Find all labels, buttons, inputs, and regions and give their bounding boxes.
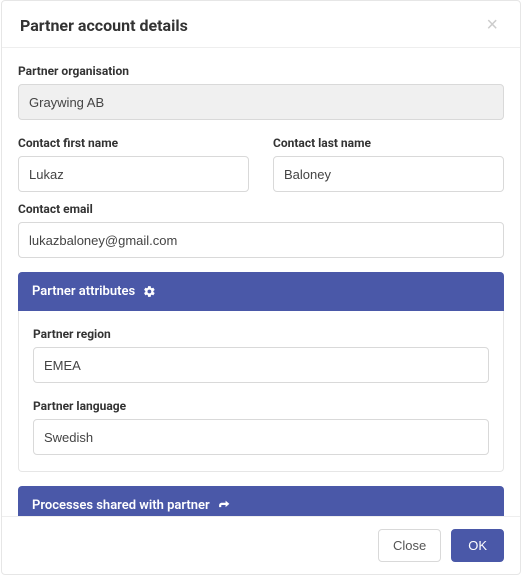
processes-title: Processes shared with partner [32, 498, 210, 513]
modal-header: Partner account details × [2, 1, 520, 48]
region-label: Partner region [33, 327, 489, 341]
partner-attributes-body: Partner region Partner language [18, 311, 504, 472]
email-label: Contact email [18, 202, 504, 216]
language-label: Partner language [33, 399, 489, 413]
org-input [18, 84, 504, 120]
partner-attributes-title: Partner attributes [32, 284, 135, 299]
partner-attributes-band[interactable]: Partner attributes [18, 272, 504, 311]
language-input[interactable] [33, 419, 489, 455]
email-input[interactable] [18, 222, 504, 258]
ok-button[interactable]: OK [451, 529, 504, 562]
last-name-input[interactable] [273, 156, 504, 192]
first-name-input[interactable] [18, 156, 249, 192]
modal-footer: Close OK [2, 516, 520, 574]
close-button[interactable]: Close [378, 529, 441, 562]
org-label: Partner organisation [18, 64, 504, 78]
gear-icon [143, 285, 156, 298]
modal-title: Partner account details [20, 16, 188, 35]
processes-band[interactable]: Processes shared with partner [18, 486, 504, 516]
close-icon[interactable]: × [482, 15, 502, 35]
region-input[interactable] [33, 347, 489, 383]
first-name-label: Contact first name [18, 136, 249, 150]
modal-dialog: Partner account details × Partner organi… [1, 0, 521, 575]
share-icon [218, 499, 231, 512]
last-name-label: Contact last name [273, 136, 504, 150]
modal-body: Partner organisation Contact first name … [2, 48, 520, 516]
